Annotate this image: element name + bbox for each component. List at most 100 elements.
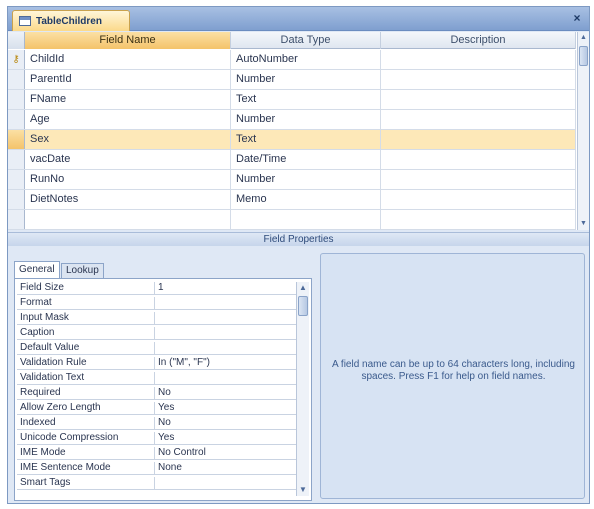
property-value[interactable]: In ("M", "F") bbox=[155, 357, 297, 369]
scroll-up-icon[interactable]: ▲ bbox=[297, 282, 309, 294]
table-row[interactable]: ParentId Number bbox=[8, 70, 576, 90]
data-type-cell[interactable]: AutoNumber bbox=[231, 50, 381, 69]
table-row[interactable]: vacDate Date/Time bbox=[8, 150, 576, 170]
row-selector[interactable] bbox=[8, 70, 25, 89]
property-value[interactable]: No bbox=[155, 417, 297, 429]
scroll-down-icon[interactable]: ▼ bbox=[297, 484, 309, 496]
property-value[interactable]: No bbox=[155, 387, 297, 399]
property-row[interactable]: Validation Rule In ("M", "F") bbox=[17, 357, 297, 370]
property-value[interactable]: Yes bbox=[155, 432, 297, 444]
property-name: Caption bbox=[17, 327, 155, 339]
field-properties-title: Field Properties bbox=[8, 232, 589, 246]
row-selector[interactable] bbox=[8, 170, 25, 189]
description-cell[interactable] bbox=[381, 90, 576, 109]
table-row[interactable]: DietNotes Memo bbox=[8, 190, 576, 210]
table-design-window: TableChildren × Field Name Data Type Des… bbox=[7, 6, 590, 504]
property-value[interactable] bbox=[155, 342, 297, 354]
tab-general[interactable]: General bbox=[14, 261, 60, 278]
property-row[interactable]: Default Value bbox=[17, 342, 297, 355]
description-cell[interactable] bbox=[381, 210, 576, 229]
document-tab-title: TableChildren bbox=[36, 15, 102, 27]
data-type-cell[interactable]: Text bbox=[231, 130, 381, 149]
row-selector[interactable] bbox=[8, 150, 25, 169]
property-row[interactable]: Indexed No bbox=[17, 417, 297, 430]
close-icon[interactable]: × bbox=[570, 11, 584, 25]
property-value[interactable]: Yes bbox=[155, 402, 297, 414]
grid-scrollbar[interactable]: ▲ ▼ bbox=[577, 32, 589, 230]
property-row[interactable]: Required No bbox=[17, 387, 297, 400]
property-name: Default Value bbox=[17, 342, 155, 354]
table-icon bbox=[19, 16, 31, 26]
data-type-cell[interactable] bbox=[231, 210, 381, 229]
header-selector[interactable] bbox=[8, 32, 25, 49]
field-name-cell[interactable]: Age bbox=[25, 110, 231, 129]
table-row[interactable]: RunNo Number bbox=[8, 170, 576, 190]
table-row[interactable]: Age Number bbox=[8, 110, 576, 130]
field-name-cell[interactable]: vacDate bbox=[25, 150, 231, 169]
field-name-cell[interactable]: ChildId bbox=[25, 50, 231, 69]
scroll-thumb[interactable] bbox=[579, 46, 588, 66]
property-row[interactable]: Validation Text bbox=[17, 372, 297, 385]
data-type-cell[interactable]: Number bbox=[231, 110, 381, 129]
row-selector[interactable] bbox=[8, 110, 25, 129]
property-row[interactable]: Format bbox=[17, 297, 297, 310]
property-row[interactable]: Field Size 1 bbox=[17, 282, 297, 295]
column-header-data-type[interactable]: Data Type bbox=[231, 32, 381, 49]
property-row[interactable]: Input Mask bbox=[17, 312, 297, 325]
properties-scrollbar[interactable]: ▲ ▼ bbox=[296, 282, 309, 496]
row-selector[interactable] bbox=[8, 90, 25, 109]
property-name: Smart Tags bbox=[17, 477, 155, 489]
field-name-cell[interactable]: FName bbox=[25, 90, 231, 109]
property-value[interactable]: No Control bbox=[155, 447, 297, 459]
data-type-cell[interactable]: Date/Time bbox=[231, 150, 381, 169]
property-row[interactable]: Smart Tags bbox=[17, 477, 297, 490]
property-value[interactable]: None bbox=[155, 462, 297, 474]
scroll-up-icon[interactable]: ▲ bbox=[578, 32, 589, 44]
property-name: Input Mask bbox=[17, 312, 155, 324]
tab-lookup[interactable]: Lookup bbox=[61, 263, 104, 278]
property-value[interactable] bbox=[155, 297, 297, 309]
property-sheet: Field Size 1 Format Input Mask Caption Defaul… bbox=[14, 278, 312, 501]
field-name-cell[interactable]: DietNotes bbox=[25, 190, 231, 209]
property-value[interactable]: 1 bbox=[155, 282, 297, 294]
description-cell[interactable] bbox=[381, 130, 576, 149]
field-name-cell[interactable]: ParentId bbox=[25, 70, 231, 89]
property-row[interactable]: Allow Zero Length Yes bbox=[17, 402, 297, 415]
field-properties-panel: General Lookup Field Size 1 Format Input Ma… bbox=[14, 261, 314, 501]
data-type-cell[interactable]: Number bbox=[231, 70, 381, 89]
description-cell[interactable] bbox=[381, 70, 576, 89]
column-header-description[interactable]: Description bbox=[381, 32, 576, 49]
property-row[interactable]: Unicode Compression Yes bbox=[17, 432, 297, 445]
description-cell[interactable] bbox=[381, 170, 576, 189]
property-row[interactable]: IME Sentence Mode None bbox=[17, 462, 297, 475]
column-header-field-name[interactable]: Field Name bbox=[25, 32, 231, 49]
scroll-thumb[interactable] bbox=[298, 296, 308, 316]
field-name-cell[interactable] bbox=[25, 210, 231, 229]
data-type-cell[interactable]: Number bbox=[231, 170, 381, 189]
description-cell[interactable] bbox=[381, 190, 576, 209]
table-row[interactable]: Sex Text bbox=[8, 130, 576, 150]
property-value[interactable] bbox=[155, 477, 297, 489]
property-row[interactable]: IME Mode No Control bbox=[17, 447, 297, 460]
table-row[interactable]: FName Text bbox=[8, 90, 576, 110]
data-type-cell[interactable]: Memo bbox=[231, 190, 381, 209]
table-row[interactable] bbox=[8, 210, 576, 230]
description-cell[interactable] bbox=[381, 150, 576, 169]
description-cell[interactable] bbox=[381, 50, 576, 69]
help-panel: A field name can be up to 64 characters … bbox=[320, 253, 585, 499]
field-name-cell[interactable]: Sex bbox=[25, 130, 231, 149]
row-selector[interactable] bbox=[8, 190, 25, 209]
property-value[interactable] bbox=[155, 312, 297, 324]
description-cell[interactable] bbox=[381, 110, 576, 129]
data-type-cell[interactable]: Text bbox=[231, 90, 381, 109]
document-tab[interactable]: TableChildren bbox=[12, 10, 130, 31]
row-selector[interactable] bbox=[8, 210, 25, 229]
primary-key-icon[interactable]: ⚷ bbox=[8, 50, 25, 69]
row-selector[interactable] bbox=[8, 130, 25, 149]
scroll-down-icon[interactable]: ▼ bbox=[578, 218, 589, 230]
property-value[interactable] bbox=[155, 327, 297, 339]
table-row[interactable]: ⚷ ChildId AutoNumber bbox=[8, 50, 576, 70]
field-name-cell[interactable]: RunNo bbox=[25, 170, 231, 189]
property-value[interactable] bbox=[155, 372, 297, 384]
property-row[interactable]: Caption bbox=[17, 327, 297, 340]
